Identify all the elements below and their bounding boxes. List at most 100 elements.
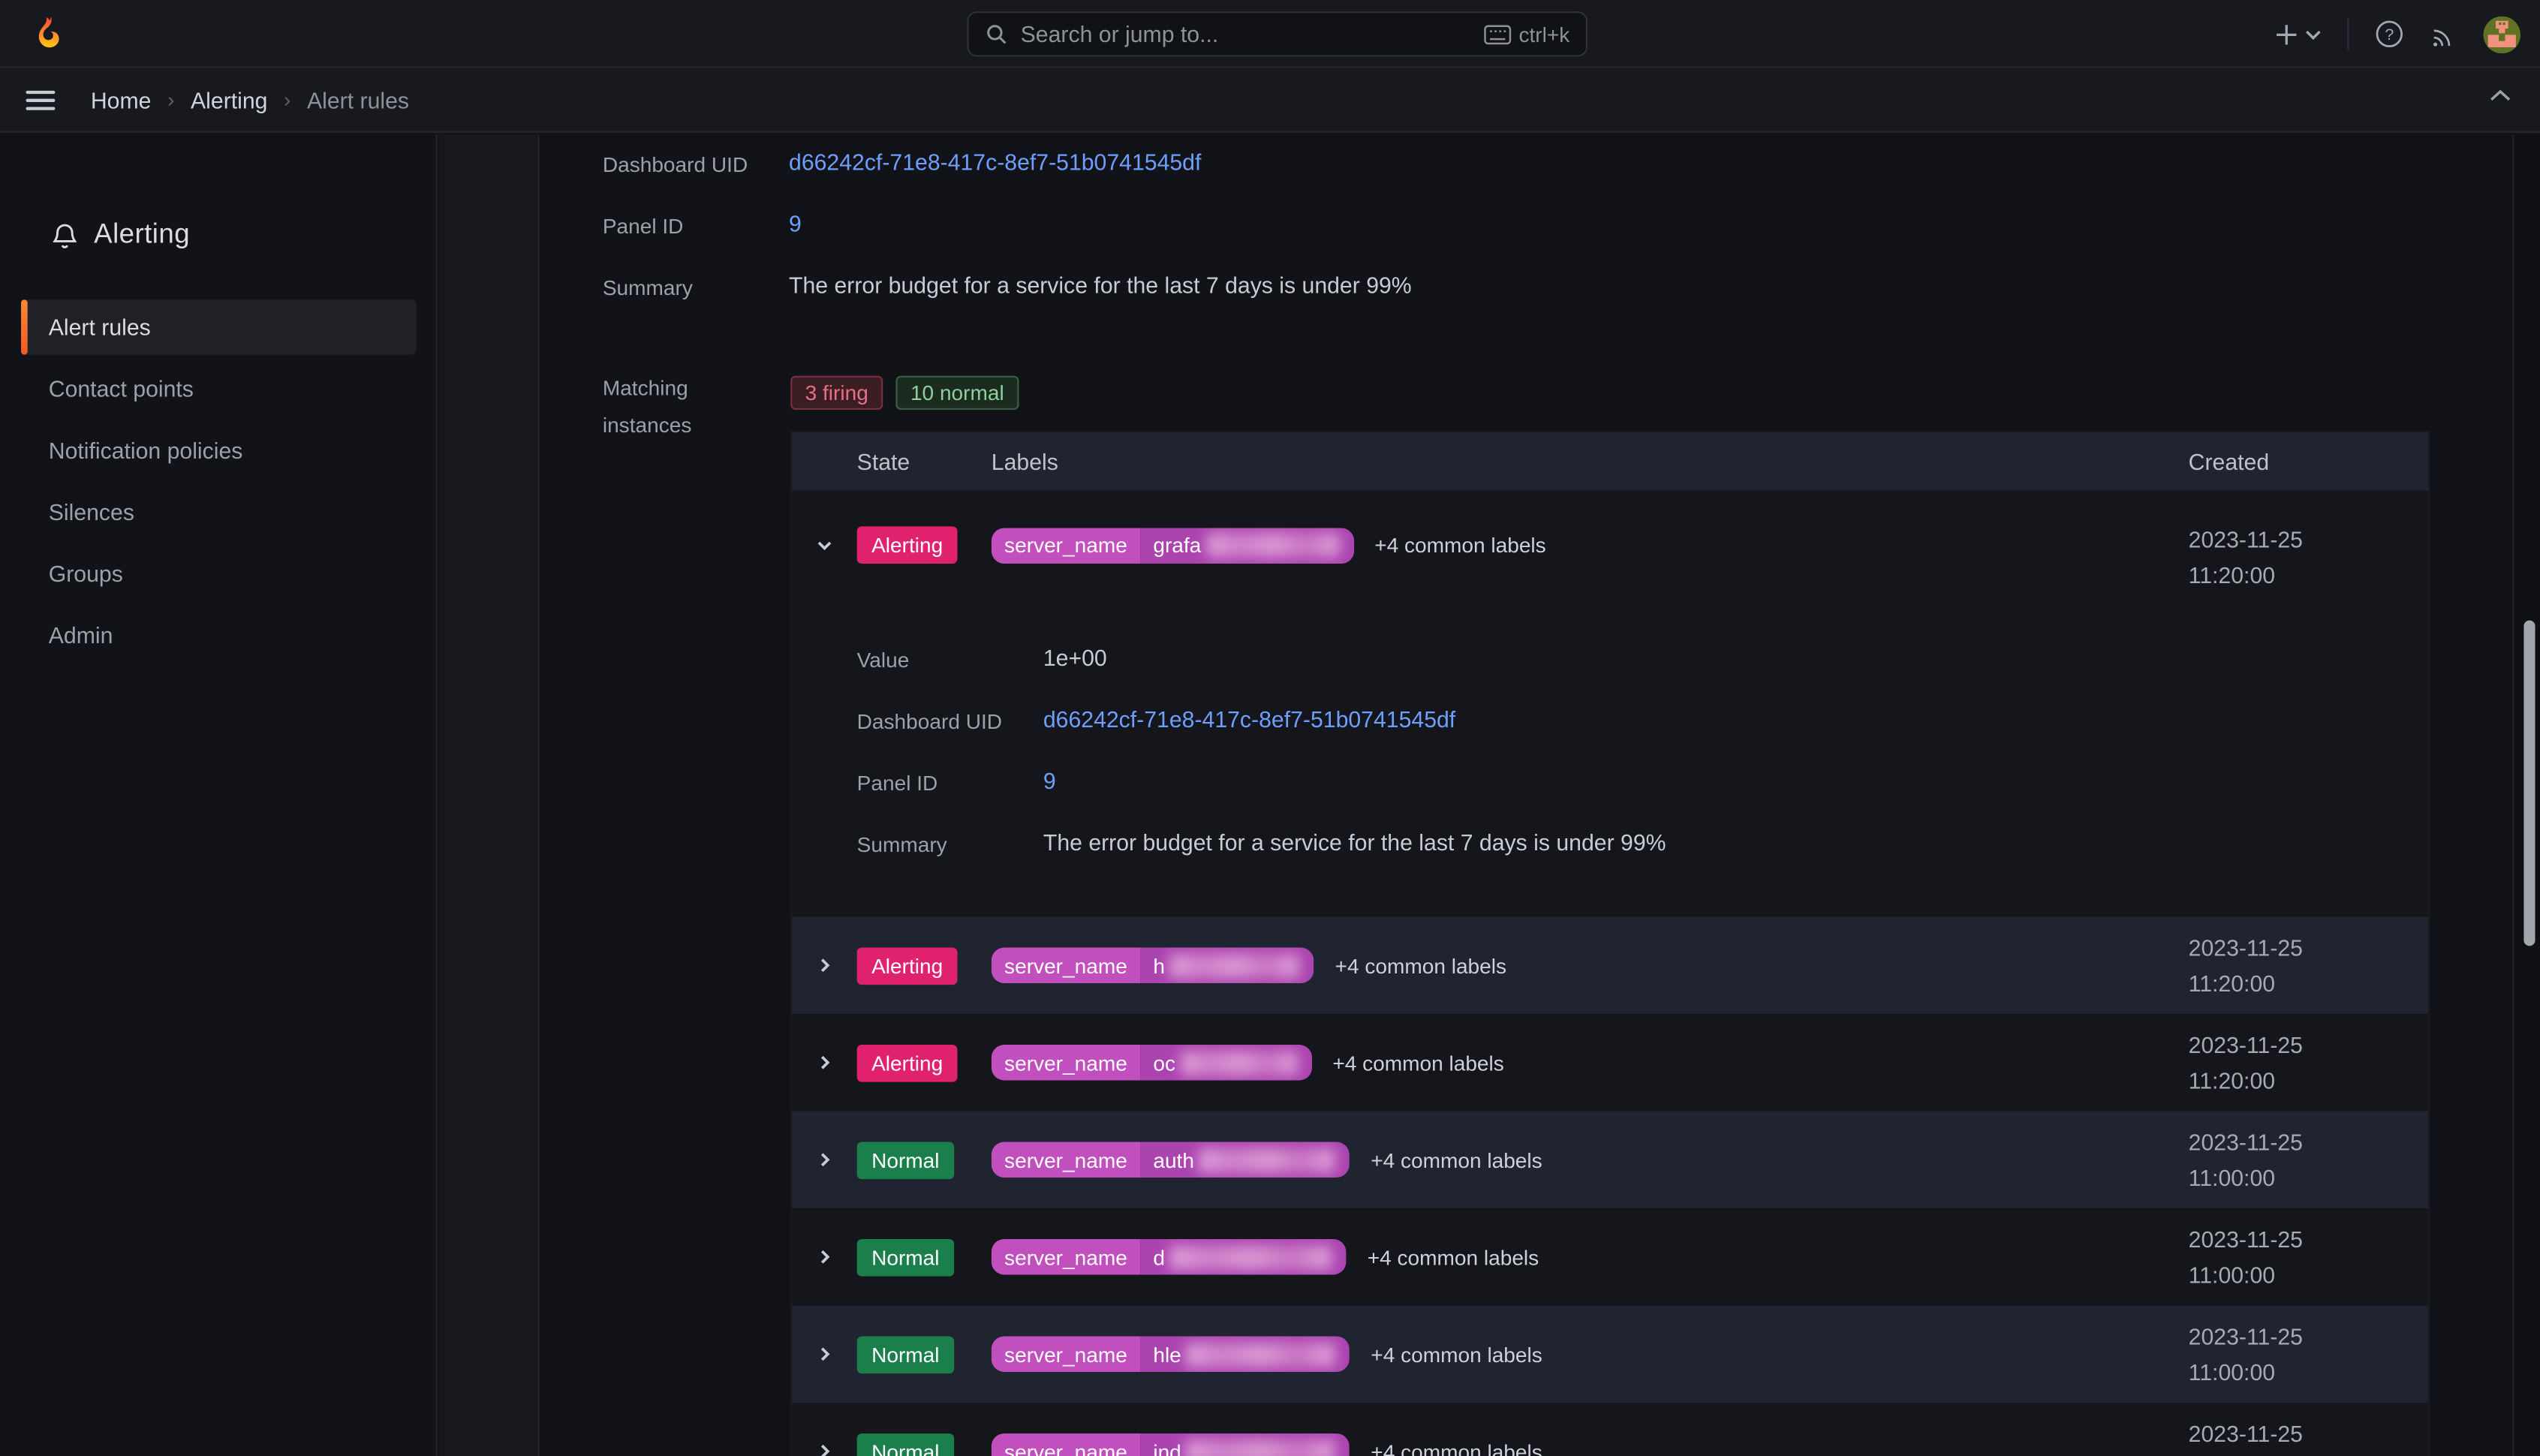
redacted-value [1169,953,1299,977]
created-time: 11:20:00 [2189,965,2428,1000]
sidebar-item-label: Silences [49,499,134,525]
help-button[interactable]: ? [2375,20,2404,49]
breadcrumb-separator: › [284,88,290,112]
state-badge-normal: Normal [857,1141,954,1178]
created-cell: 2023-11-2511:00:00 [2189,1221,2428,1292]
field-value-link[interactable]: d66242cf-71e8-417c-8ef7-51b0741545df [789,149,1201,176]
instance-row-main: Normalserver_nameind+4 common labels2023… [792,1403,2428,1456]
search-input[interactable] [1021,21,1470,47]
shortcut-label: ctrl+k [1518,22,1569,46]
label-pill: server_nameoc [992,1045,1311,1080]
expand-chevron-icon[interactable] [792,1247,856,1267]
labels-cell: server_namehle+4 common labels [992,1336,2189,1371]
field-label: Value [857,645,1043,672]
sidebar-item-silences[interactable]: Silences [21,484,417,539]
breadcrumb: Home›Alerting›Alert rules [91,86,409,113]
user-avatar[interactable] [2483,16,2520,53]
state-cell: Alerting [857,946,992,984]
matching-instances-label: Matching instances [603,369,692,444]
bell-icon [52,221,78,249]
add-dropdown-button[interactable] [2274,22,2322,46]
expand-chevron-icon[interactable] [792,955,856,975]
svg-text:?: ? [2385,26,2394,44]
instance-row[interactable]: Normal server_nameauth+4 common labels202… [792,1111,2428,1208]
label-key: server_name [992,1239,1140,1274]
label-key: server_name [992,1045,1140,1080]
field-value-link[interactable]: 9 [789,211,802,237]
news-icon[interactable] [2430,20,2457,48]
breadcrumb-separator: › [167,88,174,112]
state-badge-alerting: Alerting [857,526,958,564]
instance-row-main: Normal server_nameauth+4 common labels202… [792,1111,2428,1208]
sidebar-gap [439,134,538,1456]
sidebar-section-header[interactable]: Alerting [52,218,435,251]
instance-row[interactable]: Alertingserver_nameoc+4 common labels202… [792,1014,2428,1111]
breadcrumb-item-home[interactable]: Home [91,86,152,113]
field-value-link[interactable]: 9 [1043,768,1056,794]
labels-cell: server_nameauth+4 common labels [992,1142,2189,1178]
top-bar: ctrl+k ? [0,0,2540,68]
labels-cell: server_namegrafa+4 common labels [992,527,2189,562]
column-header-created: Created [2189,449,2428,475]
expand-chevron-icon[interactable] [792,1053,856,1072]
field-value-link[interactable]: d66242cf-71e8-417c-8ef7-51b0741545df [1043,706,1455,733]
shortcut-hint: ctrl+k [1483,22,1569,46]
breadcrumb-item-alerting[interactable]: Alerting [191,86,267,113]
common-labels-text: +4 common labels [1335,953,1506,977]
field-label: Dashboard UID [857,706,1043,734]
created-date: 2023-11-25 [2189,1124,2428,1160]
sidebar-item-label: Groups [49,561,123,587]
label-value: h [1140,948,1314,983]
redacted-value [1206,533,1339,557]
instance-row-main: Normalserver_namehle+4 common labels2023… [792,1305,2428,1402]
sidebar-item-contact-points[interactable]: Contact points [21,361,417,416]
created-time: 11:00:00 [2189,1451,2428,1456]
created-cell: 2023-11-2511:20:00 [2189,1027,2428,1098]
label-pill: server_nameauth [992,1142,1350,1178]
topbar-divider [2347,18,2349,50]
rule-annotations: Dashboard UIDd66242cf-71e8-417c-8ef7-51b… [603,149,1412,334]
instance-row[interactable]: Alerting server_namegrafa+4 common labels… [792,491,2428,917]
page-scrollbar-track[interactable] [2512,134,2540,1456]
expand-chevron-icon[interactable] [792,1344,856,1364]
chevron-down-icon [2305,29,2322,40]
created-date: 2023-11-25 [2189,1221,2428,1256]
sidebar-item-alert-rules[interactable]: Alert rules [21,299,417,354]
created-time: 11:20:00 [2189,1063,2428,1098]
grafana-logo-icon[interactable] [29,14,68,53]
field-value: 1e+00 [1043,645,1107,671]
created-time: 11:00:00 [2189,1354,2428,1389]
instance-row-main: Alertingserver_nameoc+4 common labels202… [792,1014,2428,1111]
label-key: server_name [992,527,1140,562]
state-badge-alerting: Alerting [857,946,958,984]
instance-row[interactable]: Alertingserver_nameh+4 common labels2023… [792,917,2428,1014]
expand-chevron-icon[interactable] [792,1442,856,1456]
instance-row[interactable]: Normalserver_named+4 common labels2023-1… [792,1208,2428,1305]
instance-row[interactable]: Normalserver_namehle+4 common labels2023… [792,1305,2428,1402]
created-cell: 2023-11-2511:00:00 [2189,1124,2428,1196]
label-pill: server_named [992,1239,1347,1274]
label-key: server_name [992,948,1140,983]
expand-chevron-icon[interactable] [792,1150,856,1169]
instance-row[interactable]: Normalserver_nameind+4 common labels2023… [792,1403,2428,1456]
sidebar-item-notification-policies[interactable]: Notification policies [21,423,417,477]
collapse-chevron-up-icon[interactable] [2490,89,2511,102]
page-scrollbar-thumb[interactable] [2523,621,2535,946]
sidebar-item-groups[interactable]: Groups [21,546,417,600]
field-row-value: Value1e+00 [857,645,2428,672]
table-body: Alertingserver_namegrafa+4 common labels… [792,491,2428,1456]
field-row-summary: SummaryThe error budget for a service fo… [603,272,1412,300]
sidebar-item-label: Notification policies [49,438,243,464]
sidebar-item-admin[interactable]: Admin [21,607,417,662]
created-date: 2023-11-25 [2189,1319,2428,1354]
redacted-value [1180,1051,1296,1075]
redacted-value [1186,1439,1335,1456]
menu-toggle-icon[interactable] [26,90,56,110]
state-cell: Alerting [857,526,992,564]
label-pill: server_namegrafa [992,527,1353,562]
label-pill: server_nameind [992,1433,1350,1456]
state-cell: Alerting [857,1044,992,1081]
created-date: 2023-11-25 [2189,1415,2428,1451]
sidebar-item-label: Contact points [49,376,194,402]
collapse-chevron-icon[interactable] [792,535,856,555]
